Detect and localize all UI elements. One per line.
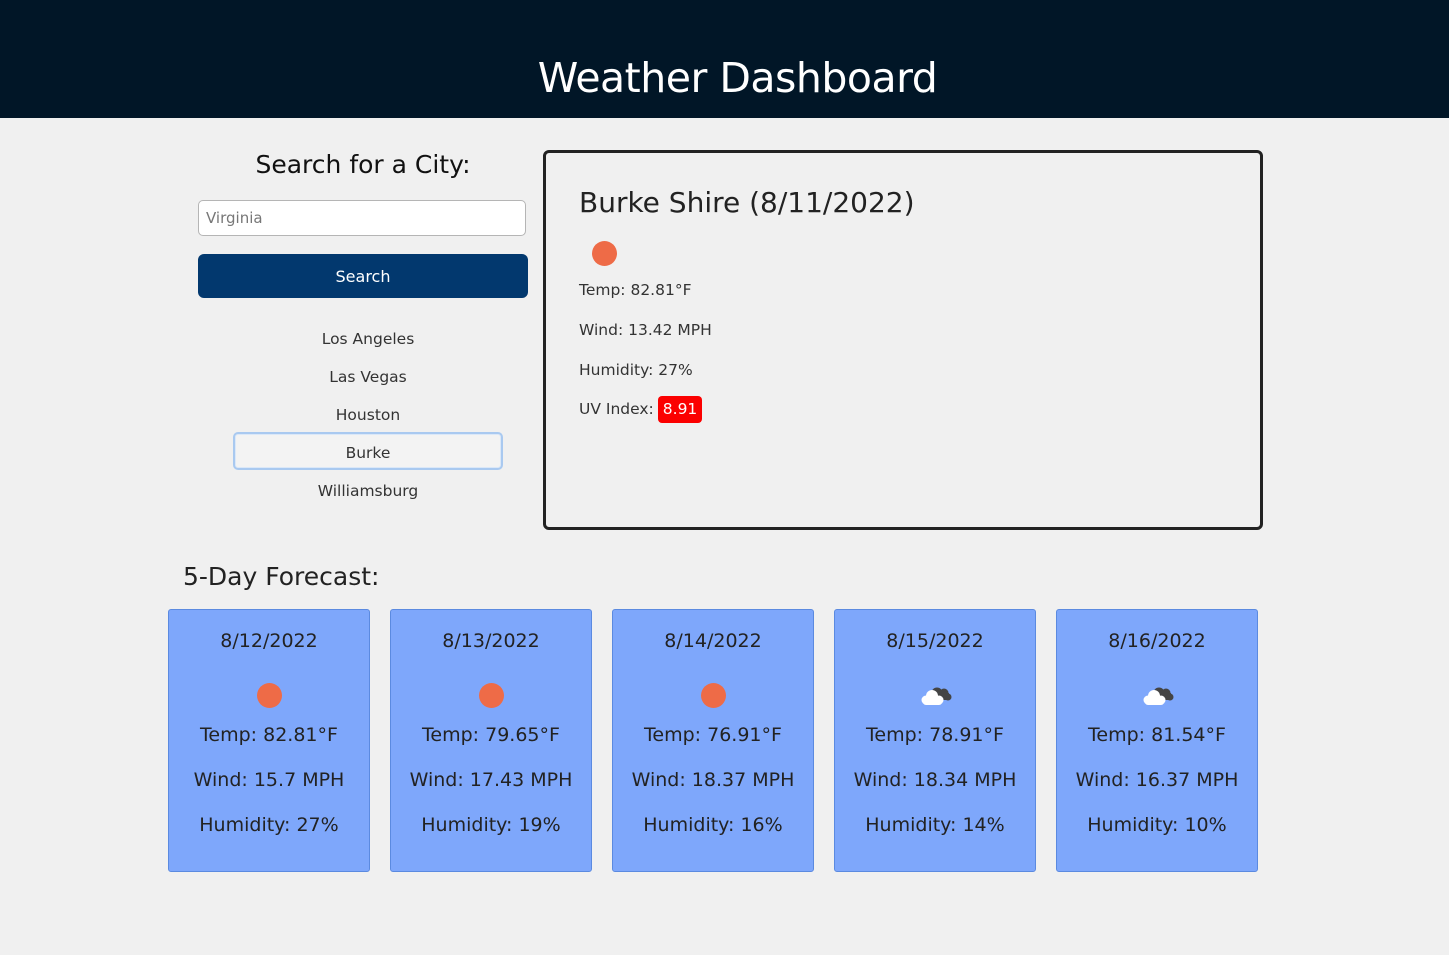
forecast-temp: Temp: 76.91°F <box>644 724 782 746</box>
clouds-icon <box>1143 687 1174 705</box>
history-item-williamsburg[interactable]: Williamsburg <box>233 470 503 508</box>
forecast-humidity: Humidity: 10% <box>1087 814 1227 836</box>
forecast-date: 8/12/2022 <box>220 630 318 652</box>
current-city-title: Burke Shire (8/11/2022) <box>579 186 915 219</box>
forecast-wind: Wind: 17.43 MPH <box>409 769 573 791</box>
forecast-row: 8/12/2022 Temp: 82.81°F Wind: 15.7 MPH H… <box>168 609 1258 872</box>
forecast-wind: Wind: 18.34 MPH <box>853 769 1017 791</box>
forecast-date: 8/15/2022 <box>886 630 984 652</box>
sun-icon <box>592 241 617 266</box>
forecast-wind: Wind: 18.37 MPH <box>631 769 795 791</box>
uv-index-badge: 8.91 <box>657 396 703 423</box>
history-item-burke[interactable]: Burke <box>233 432 503 470</box>
forecast-humidity: Humidity: 14% <box>865 814 1005 836</box>
forecast-temp: Temp: 78.91°F <box>866 724 1004 746</box>
city-search-input[interactable] <box>198 200 526 236</box>
forecast-date: 8/13/2022 <box>442 630 540 652</box>
sun-icon <box>256 683 282 708</box>
forecast-temp: Temp: 82.81°F <box>200 724 338 746</box>
forecast-humidity: Humidity: 19% <box>421 814 561 836</box>
history-item-houston[interactable]: Houston <box>233 394 503 432</box>
current-temp: Temp: 82.81°F <box>579 281 692 299</box>
forecast-wind: Wind: 15.7 MPH <box>193 769 345 791</box>
forecast-card: 8/15/2022 Temp: 78.91°F Wind: 18.34 MPH … <box>834 609 1036 872</box>
search-button[interactable]: Search <box>198 254 528 298</box>
search-title: Search for a City: <box>255 150 471 179</box>
uv-index-label: UV Index: <box>579 400 654 418</box>
forecast-card: 8/12/2022 Temp: 82.81°F Wind: 15.7 MPH H… <box>168 609 370 872</box>
forecast-wind: Wind: 16.37 MPH <box>1075 769 1239 791</box>
search-history-list: Los Angeles Las Vegas Houston Burke Will… <box>233 318 503 508</box>
clouds-icon <box>921 687 952 705</box>
current-weather-card: Burke Shire (8/11/2022) Temp: 82.81°F Wi… <box>543 150 1263 530</box>
forecast-humidity: Humidity: 27% <box>199 814 339 836</box>
page-header: Weather Dashboard <box>0 0 1449 118</box>
forecast-card: 8/14/2022 Temp: 76.91°F Wind: 18.37 MPH … <box>612 609 814 872</box>
forecast-title: 5-Day Forecast: <box>183 562 380 591</box>
forecast-temp: Temp: 79.65°F <box>422 724 560 746</box>
sun-icon <box>478 683 504 708</box>
current-uv-row: UV Index: 8.91 <box>579 396 703 423</box>
page-title: Weather Dashboard <box>537 54 938 102</box>
forecast-humidity: Humidity: 16% <box>643 814 783 836</box>
history-item-las-vegas[interactable]: Las Vegas <box>233 356 503 394</box>
forecast-date: 8/16/2022 <box>1108 630 1206 652</box>
forecast-card: 8/13/2022 Temp: 79.65°F Wind: 17.43 MPH … <box>390 609 592 872</box>
forecast-card: 8/16/2022 Temp: 81.54°F Wind: 16.37 MPH … <box>1056 609 1258 872</box>
history-item-los-angeles[interactable]: Los Angeles <box>233 318 503 356</box>
sun-icon <box>700 683 726 708</box>
current-humidity: Humidity: 27% <box>579 361 693 379</box>
forecast-temp: Temp: 81.54°F <box>1088 724 1226 746</box>
current-wind: Wind: 13.42 MPH <box>579 321 712 339</box>
forecast-date: 8/14/2022 <box>664 630 762 652</box>
